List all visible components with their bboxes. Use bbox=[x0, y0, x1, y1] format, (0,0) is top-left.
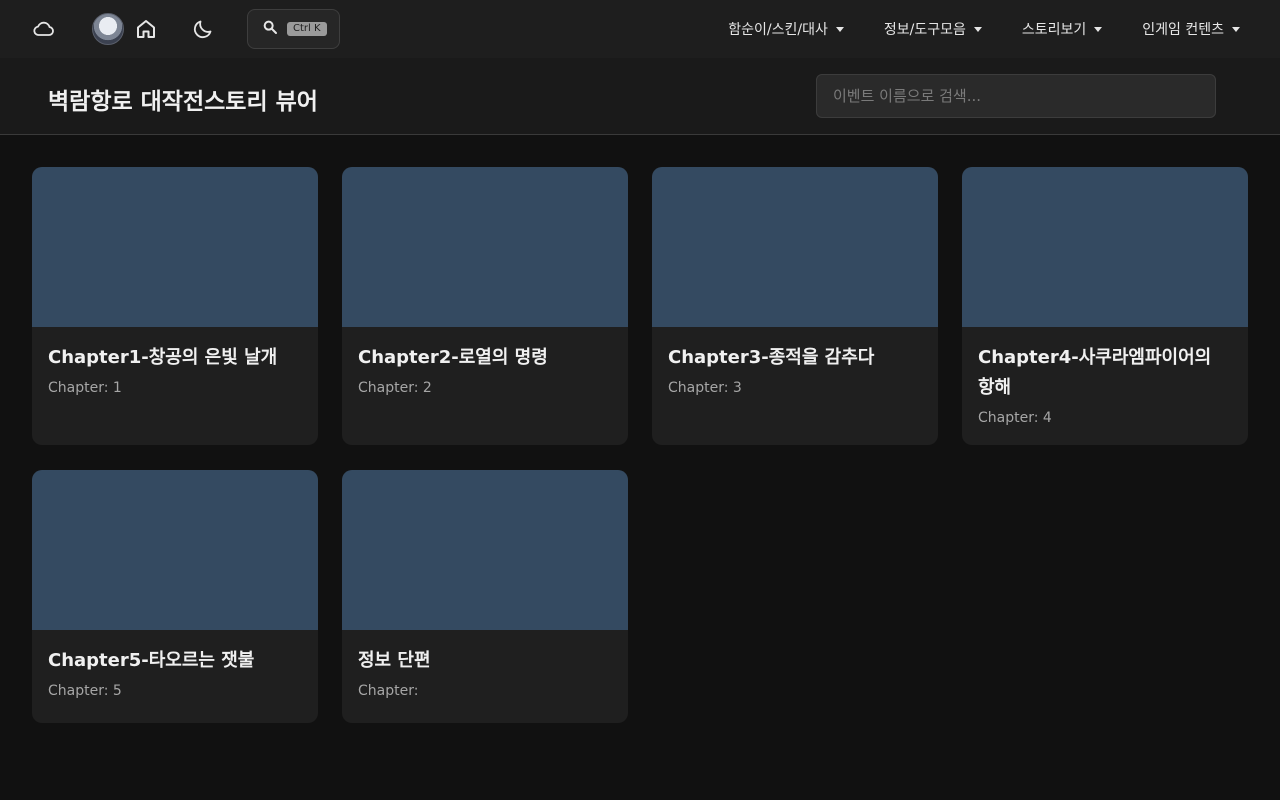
menu-item-story[interactable]: 스토리보기 bbox=[1021, 19, 1103, 39]
moon-icon[interactable] bbox=[187, 13, 219, 45]
card-title: Chapter3-종적을 감추다 bbox=[668, 347, 875, 368]
card-thumbnail bbox=[32, 167, 318, 327]
card-thumbnail bbox=[962, 167, 1248, 327]
page-header: 벽람항로 대작전스토리 뷰어 bbox=[0, 58, 1280, 135]
caret-down-icon bbox=[973, 26, 982, 32]
card-chapter: Chapter: 3 bbox=[668, 380, 742, 396]
menu-item-label: 정보/도구모음 bbox=[883, 22, 966, 38]
caret-down-icon bbox=[835, 26, 844, 32]
event-card[interactable]: Chapter2-로열의 명령 Chapter: 2 bbox=[342, 167, 628, 445]
card-chapter: Chapter: 4 bbox=[978, 410, 1052, 426]
shortcut-hint: Ctrl K bbox=[287, 22, 327, 36]
menu-item-shipgirls[interactable]: 함순이/스킨/대사 bbox=[728, 19, 844, 39]
top-navbar: Ctrl K 함순이/스킨/대사 정보/도구모음 스토리보기 인게임 컨텐츠 bbox=[0, 0, 1280, 58]
card-title: Chapter5-타오르는 잿불 bbox=[48, 650, 255, 671]
cloud-icon[interactable] bbox=[28, 13, 60, 45]
card-chapter: Chapter: bbox=[358, 683, 419, 699]
home-icon[interactable] bbox=[130, 13, 162, 45]
event-search-input[interactable] bbox=[816, 74, 1216, 118]
event-card-grid: Chapter1-창공의 은빛 날개 Chapter: 1 Chapter2-로… bbox=[32, 167, 1248, 723]
avatar[interactable] bbox=[92, 13, 124, 45]
card-title: 정보 단편 bbox=[358, 650, 431, 671]
card-chapter: Chapter: 1 bbox=[48, 380, 122, 396]
card-thumbnail bbox=[342, 167, 628, 327]
nav-menu: 함순이/스킨/대사 정보/도구모음 스토리보기 인게임 컨텐츠 bbox=[728, 0, 1240, 58]
menu-item-label: 함순이/스킨/대사 bbox=[728, 22, 828, 38]
event-card[interactable]: Chapter4-사쿠라엠파이어의 항해 Chapter: 4 bbox=[962, 167, 1248, 445]
card-chapter: Chapter: 5 bbox=[48, 683, 122, 699]
caret-down-icon bbox=[1232, 26, 1240, 32]
menu-item-tools[interactable]: 정보/도구모음 bbox=[884, 19, 982, 39]
page-title: 벽람항로 대작전스토리 뷰어 bbox=[48, 89, 318, 115]
card-chapter: Chapter: 2 bbox=[358, 380, 432, 396]
card-title: Chapter1-창공의 은빛 날개 bbox=[48, 347, 278, 368]
card-title: Chapter2-로열의 명령 bbox=[358, 347, 548, 368]
card-thumbnail bbox=[342, 470, 628, 630]
menu-item-label: 인게임 컨텐츠 bbox=[1142, 22, 1224, 38]
event-card[interactable]: Chapter5-타오르는 잿불 Chapter: 5 bbox=[32, 470, 318, 723]
global-search-button[interactable]: Ctrl K bbox=[247, 9, 340, 49]
search-icon bbox=[262, 19, 278, 39]
caret-down-icon bbox=[1094, 26, 1103, 32]
menu-item-label: 스토리보기 bbox=[1021, 22, 1087, 38]
event-card[interactable]: Chapter1-창공의 은빛 날개 Chapter: 1 bbox=[32, 167, 318, 445]
card-thumbnail bbox=[32, 470, 318, 630]
card-title: Chapter4-사쿠라엠파이어의 항해 bbox=[978, 347, 1212, 398]
event-card[interactable]: Chapter3-종적을 감추다 Chapter: 3 bbox=[652, 167, 938, 445]
menu-item-ingame[interactable]: 인게임 컨텐츠 bbox=[1142, 19, 1240, 39]
event-card[interactable]: 정보 단편 Chapter: bbox=[342, 470, 628, 723]
card-thumbnail bbox=[652, 167, 938, 327]
